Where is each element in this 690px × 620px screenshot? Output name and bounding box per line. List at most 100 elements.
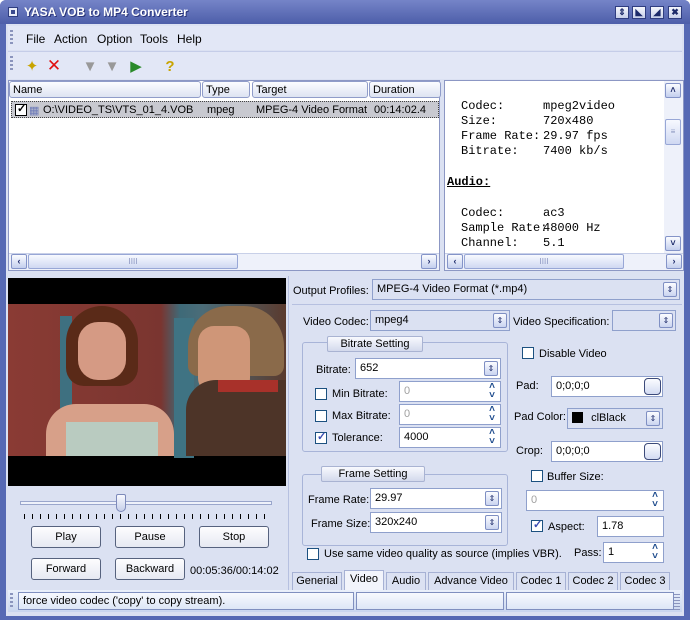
buffer-size-checkbox[interactable] (531, 470, 543, 482)
scroll-thumb[interactable]: IIII (28, 254, 238, 269)
tab-codec-3[interactable]: Codec 3 (620, 572, 670, 590)
pad-edit-button[interactable] (644, 378, 661, 395)
app-window: YASA VOB to MP4 Converter ⇕ ◣ ◢ ✖ File A… (0, 0, 690, 620)
seek-track[interactable] (20, 501, 272, 505)
add-files-button[interactable]: ✦ (20, 54, 44, 78)
tab-generial[interactable]: Generial (292, 572, 342, 590)
tab-codec-2[interactable]: Codec 2 (568, 572, 618, 590)
frame-size-combo[interactable]: 320x240 ⇕ (370, 512, 502, 533)
stop-button[interactable]: Stop (199, 526, 269, 548)
backward-button[interactable]: Backward (115, 558, 185, 580)
crop-input[interactable]: 0;0;0;0 (551, 441, 663, 462)
start-button[interactable]: ▶ (124, 54, 148, 78)
spin-updown-icon[interactable]: ˄ ˅ (649, 543, 661, 562)
scroll-right-icon[interactable]: › (666, 254, 682, 269)
dropdown-arrow-icon[interactable]: ⇕ (485, 491, 499, 506)
pad-color-select[interactable]: clBlack ⇕ (567, 408, 663, 429)
maximize-icon[interactable]: ◢ (650, 6, 664, 19)
file-list: Name Type Target Duration ▦ O:\VIDEO_TS\… (8, 80, 441, 271)
seek-ticks (24, 514, 272, 519)
frame-rate-label: Frame Rate: (308, 494, 370, 506)
column-target[interactable]: Target (252, 81, 368, 98)
status-panel-2 (356, 592, 504, 610)
column-duration[interactable]: Duration (369, 81, 441, 98)
close-icon[interactable]: ✖ (668, 6, 682, 19)
buffer-size-value: 0 (531, 494, 538, 506)
convert-all-button[interactable]: ▼ (100, 54, 124, 78)
dropdown-arrow-icon[interactable]: ⇕ (663, 282, 677, 297)
menu-file[interactable]: File (26, 32, 45, 46)
resize-grip[interactable] (674, 594, 680, 610)
min-bitrate-input[interactable]: 0 ˄ ˅ (399, 381, 501, 402)
max-bitrate-label: Max Bitrate: (332, 410, 391, 422)
scroll-left-icon[interactable]: ‹ (11, 254, 27, 269)
tab-audio[interactable]: Audio (386, 572, 426, 590)
pass-input[interactable]: 1 ˄ ˅ (603, 542, 664, 563)
tab-advance-video[interactable]: Advance Video (428, 572, 514, 590)
menu-tools[interactable]: Tools (140, 32, 168, 46)
aspect-checkbox[interactable] (531, 518, 543, 532)
remove-button[interactable]: ✕ (42, 54, 66, 78)
aspect-input[interactable]: 1.78 (597, 516, 664, 537)
scroll-down-icon[interactable]: ˅ (665, 236, 681, 251)
bitrate-combo[interactable]: 652 ⇕ (355, 358, 501, 379)
pad-input[interactable]: 0;0;0;0 (551, 376, 663, 397)
toolbar-grip[interactable] (10, 56, 13, 72)
forward-button[interactable]: Forward (31, 558, 101, 580)
max-bitrate-input[interactable]: 0 ˄ ˅ (399, 404, 501, 425)
row-checkbox[interactable] (15, 102, 27, 116)
spin-updown-icon[interactable]: ˄ ˅ (649, 491, 661, 510)
spin-updown-icon[interactable]: ˄ ˅ (486, 428, 498, 447)
dropdown-arrow-icon[interactable]: ⇕ (659, 313, 673, 328)
minimize-icon[interactable]: ◣ (632, 6, 646, 19)
frame-rate-combo[interactable]: 29.97 ⇕ (370, 488, 502, 509)
play-button[interactable]: Play (31, 526, 101, 548)
column-name[interactable]: Name (9, 81, 201, 98)
help-button[interactable]: ? (158, 54, 182, 78)
scroll-right-icon[interactable]: › (421, 254, 437, 269)
frame-group (302, 474, 508, 546)
video-spec-select[interactable]: ⇕ (612, 310, 676, 331)
info-channel-value: 5.1 (543, 236, 565, 250)
pass-label: Pass: (574, 547, 602, 559)
buffer-size-input[interactable]: 0 ˄ ˅ (526, 490, 664, 511)
max-bitrate-checkbox[interactable] (315, 410, 327, 422)
dropdown-arrow-icon[interactable]: ⇕ (485, 515, 499, 530)
same-quality-checkbox[interactable] (307, 548, 319, 560)
menu-grip[interactable] (10, 30, 13, 46)
max-bitrate-value: 0 (404, 408, 411, 420)
restore-icon[interactable]: ⇕ (615, 6, 629, 19)
info-vscrollbar[interactable]: ˄ ≡ ˅ (664, 81, 683, 253)
menu-help[interactable]: Help (177, 32, 202, 46)
spin-updown-icon[interactable]: ˄ ˅ (486, 405, 498, 424)
menu-option[interactable]: Option (97, 32, 132, 46)
scroll-left-icon[interactable]: ‹ (447, 254, 463, 269)
column-type[interactable]: Type (202, 81, 250, 98)
help-document-icon: ? (165, 57, 175, 75)
dropdown-arrow-icon[interactable]: ⇕ (646, 411, 660, 426)
dropdown-arrow-icon[interactable]: ⇕ (493, 313, 507, 328)
scroll-thumb[interactable]: IIII (464, 254, 624, 269)
crop-edit-button[interactable] (644, 443, 661, 460)
tab-video[interactable]: Video (344, 570, 384, 590)
seek-slider-thumb[interactable] (115, 494, 126, 512)
tab-codec-1[interactable]: Codec 1 (516, 572, 566, 590)
table-row[interactable]: ▦ O:\VIDEO_TS\VTS_01_4.VOB mpeg MPEG-4 V… (11, 101, 439, 118)
min-bitrate-checkbox[interactable] (315, 388, 327, 400)
output-profiles-select[interactable]: MPEG-4 Video Format (*.mp4) ⇕ (372, 279, 680, 300)
spin-updown-icon[interactable]: ˄ ˅ (486, 382, 498, 401)
vscroll-thumb[interactable]: ≡ (665, 119, 681, 145)
tolerance-input[interactable]: 4000 ˄ ˅ (399, 427, 501, 448)
convert-button[interactable]: ▼ (78, 54, 102, 78)
tolerance-checkbox[interactable] (315, 430, 327, 444)
video-codec-select[interactable]: mpeg4 ⇕ (370, 310, 510, 331)
scroll-up-icon[interactable]: ˄ (665, 83, 681, 98)
pause-button[interactable]: Pause (115, 526, 185, 548)
dropdown-arrow-icon[interactable]: ⇕ (484, 361, 498, 376)
title-bar[interactable]: YASA VOB to MP4 Converter ⇕ ◣ ◢ ✖ (0, 0, 690, 24)
menu-action[interactable]: Action (54, 32, 87, 46)
file-list-hscrollbar[interactable]: ‹ IIII › (9, 253, 439, 270)
app-icon[interactable] (8, 7, 18, 17)
info-hscrollbar[interactable]: ‹ IIII › (445, 253, 683, 270)
disable-video-checkbox[interactable] (522, 347, 534, 359)
